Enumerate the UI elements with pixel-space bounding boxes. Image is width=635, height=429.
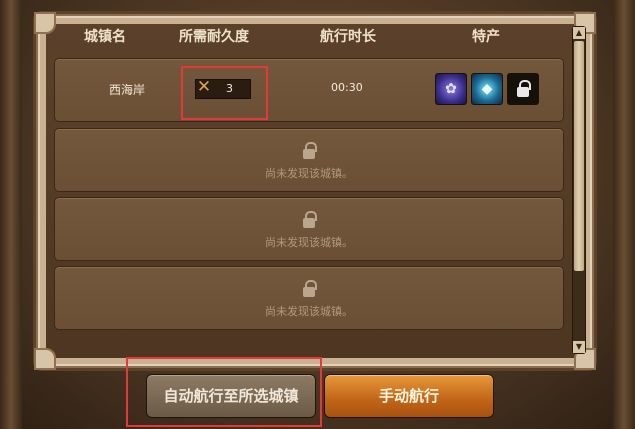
- lock-icon: [303, 211, 317, 228]
- frame-left-edge: [0, 0, 22, 429]
- crystal-glyph-icon: ◆: [481, 81, 493, 97]
- corner-ornament: [34, 12, 56, 34]
- town-row-locked[interactable]: 尚未发现该城镇。: [54, 266, 564, 330]
- scroll-thumb[interactable]: [574, 41, 584, 271]
- header-specialty: 特产: [472, 29, 500, 45]
- frame-right-edge: [613, 0, 635, 429]
- town-name: 西海岸: [109, 83, 146, 97]
- manual-sail-button[interactable]: 手动航行: [324, 374, 494, 418]
- durability-highlight-box: [181, 66, 268, 120]
- header-durability: 所需耐久度: [179, 29, 249, 45]
- cyan-crystal-icon[interactable]: ◆: [471, 73, 503, 105]
- undiscovered-text: 尚未发现该城镇。: [265, 236, 353, 249]
- lock-icon: [517, 80, 531, 97]
- town-row-locked[interactable]: 尚未发现该城镇。: [54, 197, 564, 261]
- locked-specialty-slot[interactable]: [507, 73, 539, 105]
- corner-ornament: [34, 348, 56, 370]
- undiscovered-text: 尚未发现该城镇。: [265, 305, 353, 318]
- list-scrollbar[interactable]: ▲ ▼: [572, 26, 586, 354]
- header-town-name: 城镇名: [84, 29, 126, 45]
- scroll-down-arrow-icon[interactable]: ▼: [573, 341, 585, 353]
- scroll-up-arrow-icon[interactable]: ▲: [573, 27, 585, 39]
- flower-glyph-icon: ✿: [445, 81, 457, 97]
- purple-flower-icon[interactable]: ✿: [435, 73, 467, 105]
- lock-icon: [303, 142, 317, 159]
- header-sail-time: 航行时长: [320, 29, 376, 45]
- town-row[interactable]: 西海岸 ✕ 3 00:30 ✿ ◆: [54, 58, 564, 122]
- undiscovered-text: 尚未发现该城镇。: [265, 167, 353, 180]
- auto-sail-highlight-box: [126, 357, 322, 427]
- table-header: 城镇名 所需耐久度 航行时长 特产: [54, 24, 554, 48]
- town-row-locked[interactable]: 尚未发现该城镇。: [54, 128, 564, 192]
- sail-time-value: 00:30: [331, 81, 363, 94]
- lock-icon: [303, 280, 317, 297]
